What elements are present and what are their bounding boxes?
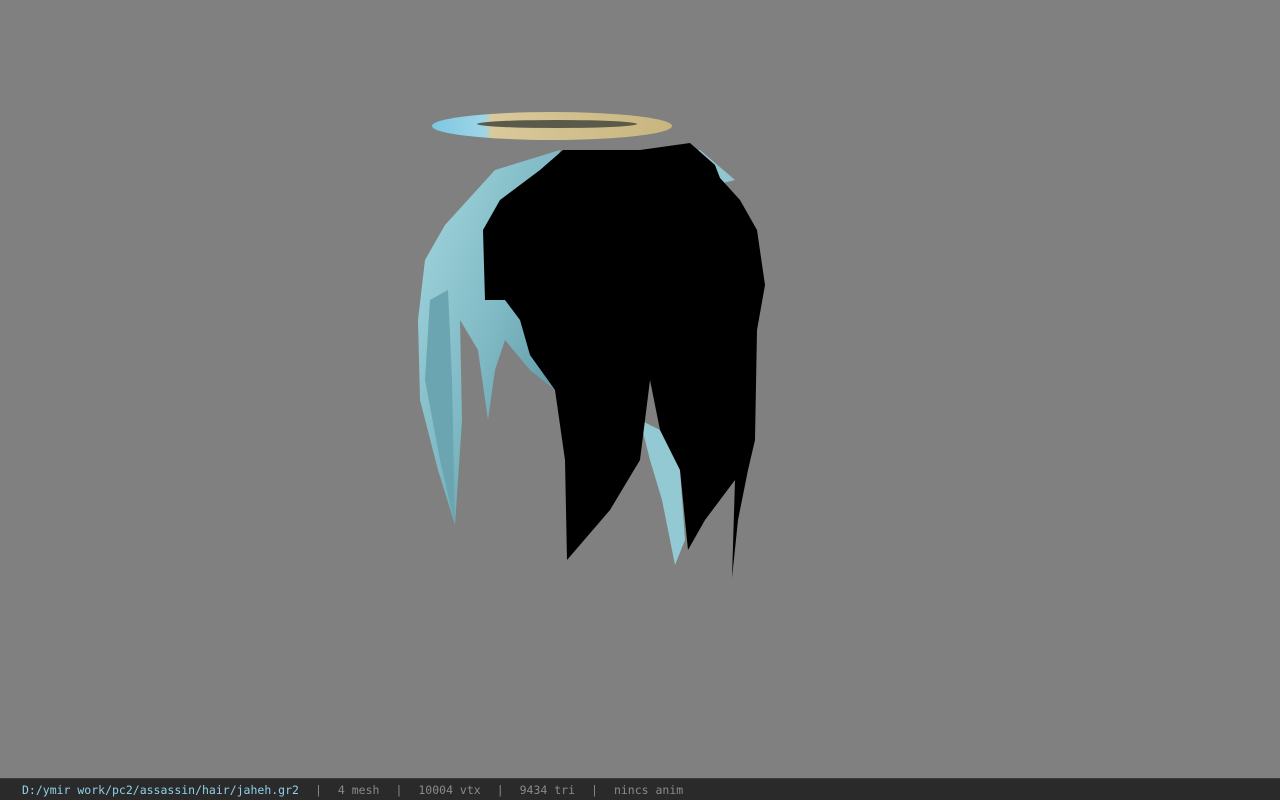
triangle-count-label: 9434 tri [519,782,576,797]
hair-model[interactable] [0,0,1280,778]
mesh-count-label: 4 mesh [337,782,380,797]
status-bar: D:/ymir work/pc2/assassin/hair/jaheh.gr2… [0,778,1280,800]
status-separator: | [314,782,322,797]
file-path-label: D:/ymir work/pc2/assassin/hair/jaheh.gr2 [22,782,299,797]
status-separator: | [395,782,403,797]
status-separator: | [496,782,504,797]
3d-viewport[interactable] [0,0,1280,778]
halo [432,112,672,140]
animation-status-label: nincs anim [613,782,684,797]
status-separator: | [591,782,598,797]
vertex-count-label: 10004 vtx [418,782,481,797]
